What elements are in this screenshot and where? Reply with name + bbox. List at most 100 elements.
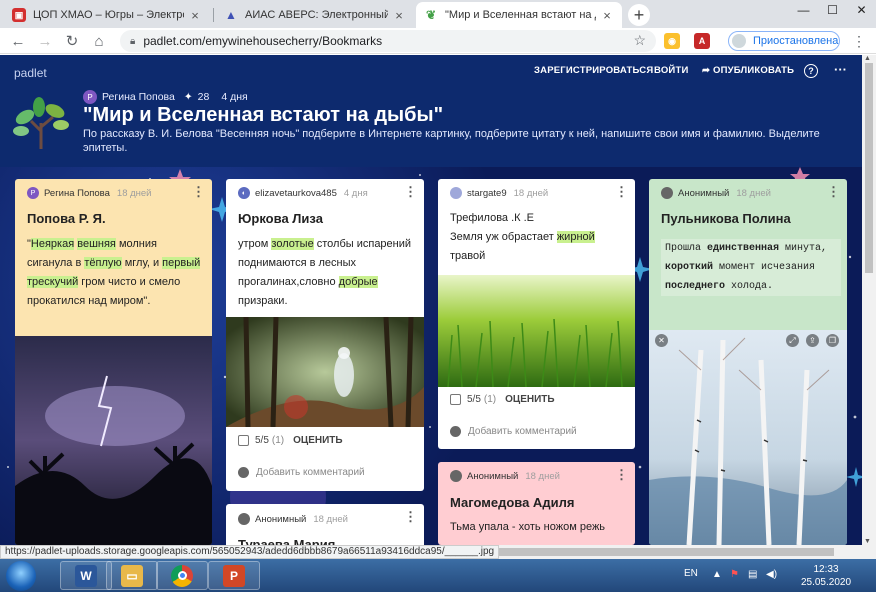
comment-placeholder: Добавить комментарий — [468, 426, 577, 437]
post-author: Анонимный — [255, 513, 307, 525]
wall-age: 4 дня — [221, 91, 248, 103]
profile-paused-button[interactable]: Приостановлена — [728, 31, 840, 51]
login-link[interactable]: ВОЙТИ — [654, 65, 688, 76]
close-tab-icon[interactable]: × — [392, 8, 406, 23]
post-author: Регина Попова — [44, 187, 110, 199]
rating-count: (1) — [483, 394, 497, 405]
comment-placeholder: Добавить комментарий — [256, 467, 365, 478]
scroll-up-icon[interactable]: ▲ — [864, 55, 871, 62]
home-icon[interactable]: ⌂ — [89, 31, 109, 51]
close-tab-icon[interactable]: × — [188, 8, 202, 23]
post-menu-icon[interactable]: ⋮ — [404, 509, 417, 525]
anonymous-avatar-icon — [450, 470, 462, 482]
post-menu-icon[interactable]: ⋮ — [827, 184, 840, 200]
language-indicator[interactable]: EN — [684, 568, 698, 579]
padlet-header: padlet ЗАРЕГИСТРИРОВАТЬСЯ ВОЙТИ ➦ ОПУБЛИ… — [0, 55, 862, 167]
post-author: Анонимный — [467, 470, 519, 482]
extension-icon[interactable]: ◉ — [664, 33, 680, 49]
system-clock[interactable]: 12:33 25.05.2020 — [796, 563, 856, 589]
post-title: Пульникова Полина — [661, 211, 791, 226]
flag-icon[interactable]: ⚑ — [730, 569, 739, 580]
start-button[interactable] — [6, 561, 36, 591]
tray-arrow-icon[interactable]: ▲ — [712, 569, 722, 580]
close-tab-icon[interactable]: × — [600, 8, 614, 23]
post-card[interactable]: Анонимный 18 дней ⋮ Тураева Мария — [226, 504, 424, 545]
post-menu-icon[interactable]: ⋮ — [192, 184, 205, 200]
post-card[interactable]: ◐ elizavetaurkova485 4 дня ⋮ Юркова Лиза… — [226, 179, 424, 491]
taskbar-explorer[interactable]: ▭ — [106, 561, 158, 590]
post-header: ◐ elizavetaurkova485 4 дня — [238, 187, 368, 199]
scroll-down-icon[interactable]: ▼ — [864, 538, 871, 545]
close-window-icon[interactable]: ✕ — [847, 0, 876, 20]
pdf-extension-icon[interactable]: A — [694, 33, 710, 49]
post-text: Земля уж обрастает жирной травой — [450, 228, 626, 266]
expand-icon[interactable]: ⤢ — [786, 334, 799, 347]
epithet-bold: короткий — [665, 262, 714, 273]
taskbar-word[interactable]: W — [60, 561, 112, 590]
share-icon[interactable]: ⇪ — [806, 334, 819, 347]
profile-status: Приостановлена — [753, 35, 839, 47]
padlet-logo[interactable]: padlet — [14, 66, 47, 80]
screen: ▣ ЦОП ХМАО – Югры – Электрон × ▲ АИАС АВ… — [0, 0, 876, 592]
epithet-highlight: тёплую — [84, 257, 122, 269]
back-arrow-icon[interactable]: ← — [8, 31, 28, 51]
post-menu-icon[interactable]: ⋮ — [615, 184, 628, 200]
wall-author-row: Р Регина Попова ✦ 28 4 дня — [83, 90, 248, 104]
forward-arrow-icon[interactable]: → — [35, 31, 55, 51]
post-header: stargate9 18 дней — [450, 187, 548, 199]
post-menu-icon[interactable]: ⋮ — [404, 184, 417, 200]
more-icon[interactable]: ··· — [834, 62, 847, 77]
taskbar-powerpoint[interactable]: P — [208, 561, 260, 590]
tab-avers[interactable]: ▲ АИАС АВЕРС: Электронный Кла × — [216, 2, 414, 28]
new-tab-button[interactable]: + — [628, 4, 650, 26]
tab-cop[interactable]: ▣ ЦОП ХМАО – Югры – Электрон × — [4, 2, 210, 28]
checkbox-icon — [450, 394, 461, 405]
epithet-bold: последнего — [665, 281, 726, 292]
post-menu-icon[interactable]: ⋮ — [615, 467, 628, 483]
volume-icon[interactable]: ◀) — [766, 569, 777, 580]
post-card[interactable]: Анонимный 18 дней ⋮ Магомедова Адиля Тьм… — [438, 462, 635, 545]
publish-button[interactable]: ➦ ОПУБЛИКОВАТЬ — [702, 65, 794, 76]
register-link[interactable]: ЗАРЕГИСТРИРОВАТЬСЯ — [534, 65, 653, 76]
scroll-thumb[interactable] — [865, 63, 873, 273]
green-grass-image[interactable] — [438, 275, 635, 387]
post-subtitle: Трефилова .К .Е — [450, 212, 534, 224]
add-comment-row[interactable]: Добавить комментарий — [450, 426, 577, 437]
tab-title: ЦОП ХМАО – Югры – Электрон — [33, 9, 184, 21]
reload-icon[interactable]: ↻ — [62, 31, 82, 51]
network-icon[interactable]: ▤ — [748, 569, 757, 580]
post-time: 4 дня — [343, 187, 368, 199]
forest-ghost-image[interactable] — [226, 317, 424, 427]
text-segment: утром — [238, 238, 272, 250]
rate-button[interactable]: ОЦЕНИТЬ — [505, 394, 554, 405]
taskbar-chrome[interactable] — [156, 561, 208, 590]
clock-date: 25.05.2020 — [800, 577, 852, 588]
spring-birches-image[interactable] — [649, 330, 847, 545]
close-icon[interactable]: ✕ — [655, 334, 668, 347]
post-card[interactable]: stargate9 18 дней ⋮ Трефилова .К .Е Земл… — [438, 179, 635, 449]
wall-title: "Мир и Вселенная встают на дыбы" — [83, 104, 444, 126]
epithet-highlight: добрые — [338, 276, 378, 288]
post-card[interactable]: Р Регина Попова 18 дней ⋮ Попова Р. Я. "… — [15, 179, 212, 545]
minimize-icon[interactable]: — — [789, 0, 818, 20]
bookmark-star-icon[interactable]: ☆ — [633, 32, 646, 49]
maximize-icon[interactable]: ☐ — [818, 0, 847, 20]
tab-padlet[interactable]: ❦ "Мир и Вселенная встают на ды × — [416, 2, 622, 28]
add-comment-row[interactable]: Добавить комментарий — [238, 467, 365, 478]
powerpoint-icon: P — [223, 564, 245, 587]
wall-description: По рассказу В. И. Белова "Весенняя ночь"… — [83, 128, 820, 154]
post-text: Прошла единственная минута, короткий мом… — [661, 239, 841, 296]
copy-icon[interactable]: ❐ — [826, 334, 839, 347]
vertical-scrollbar[interactable]: ▲ ▼ — [862, 55, 876, 545]
help-icon[interactable]: ? — [804, 64, 818, 78]
post-time: 18 дней — [525, 470, 560, 482]
post-card[interactable]: Анонимный 18 дней ⋮ Пульникова Полина Пр… — [649, 179, 847, 545]
text-segment: Земля уж обрастает — [450, 231, 557, 243]
chrome-icon — [171, 564, 193, 587]
rate-button[interactable]: ОЦЕНИТЬ — [293, 435, 342, 446]
post-header: Анонимный 18 дней — [238, 513, 348, 525]
night-storm-image[interactable] — [15, 336, 212, 545]
address-bar[interactable]: 🔒︎ padlet.com/emywinehousecherry/Bookmar… — [120, 30, 656, 52]
epithet-highlight: Неяркая — [30, 238, 75, 250]
browser-menu-icon[interactable]: ⋮ — [852, 33, 866, 50]
